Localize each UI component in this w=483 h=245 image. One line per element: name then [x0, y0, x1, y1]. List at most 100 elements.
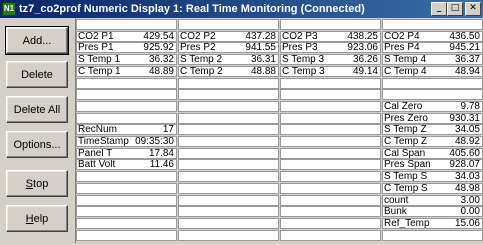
grid-cell[interactable]	[76, 230, 177, 241]
grid-cell[interactable]	[76, 171, 177, 182]
cell-label: S Temp 2	[180, 54, 223, 65]
grid-cell[interactable]: Cal Zero 9.78	[382, 101, 483, 112]
grid-column-1: CO2 P1 429.54 Pres P1 925.92 S Temp 1 36.32 C …	[76, 18, 177, 243]
grid-cell[interactable]: Pres Span 928.07	[382, 159, 483, 170]
grid-cell[interactable]	[382, 19, 483, 30]
grid-cell[interactable]: S Temp 1 36.32	[76, 54, 177, 65]
grid-cell[interactable]	[280, 78, 381, 89]
cell-value: 429.54	[143, 31, 174, 42]
grid-cell[interactable]	[76, 218, 177, 229]
cell-label: C Temp Z	[384, 136, 428, 147]
grid-cell[interactable]	[76, 183, 177, 194]
grid-cell[interactable]	[382, 89, 483, 100]
grid-cell[interactable]	[178, 218, 279, 229]
grid-cell[interactable]	[178, 124, 279, 135]
grid-cell[interactable]	[76, 19, 177, 30]
close-button[interactable]: ✕	[465, 2, 481, 16]
grid-cell[interactable]	[178, 101, 279, 112]
grid-cell[interactable]	[280, 218, 381, 229]
cell-label: RecNum	[78, 124, 117, 135]
minimize-button[interactable]: _	[431, 2, 447, 16]
grid-cell[interactable]: C Temp S 48.98	[382, 183, 483, 194]
grid-cell[interactable]: CO2 P3 438.25	[280, 31, 381, 42]
grid-cell[interactable]	[178, 195, 279, 206]
cell-value: 3.00	[460, 195, 480, 206]
grid-cell[interactable]	[76, 89, 177, 100]
grid-cell[interactable]: Pres P4 945.21	[382, 42, 483, 53]
grid-cell[interactable]: RecNum 17	[76, 124, 177, 135]
grid-cell[interactable]: C Temp 1 48.89	[76, 66, 177, 77]
grid-cell[interactable]: Bunk 0.00	[382, 206, 483, 217]
grid-cell[interactable]	[280, 101, 381, 112]
grid-cell[interactable]	[280, 230, 381, 241]
grid-cell[interactable]: Pres P1 925.92	[76, 42, 177, 53]
grid-cell[interactable]	[280, 113, 381, 124]
grid-cell[interactable]: Ref_Temp 15.06	[382, 218, 483, 229]
grid-cell[interactable]: Batt Volt 11.46	[76, 159, 177, 170]
grid-cell[interactable]: CO2 P4 436.50	[382, 31, 483, 42]
help-button[interactable]: Help	[6, 205, 68, 232]
grid-cell[interactable]	[76, 206, 177, 217]
app-icon[interactable]: N1	[2, 2, 16, 16]
grid-cell[interactable]: C Temp 2 48.88	[178, 66, 279, 77]
grid-cell[interactable]: C Temp Z 48.92	[382, 136, 483, 147]
grid-cell[interactable]: Pres P3 923.06	[280, 42, 381, 53]
grid-cell[interactable]	[76, 101, 177, 112]
grid-cell[interactable]	[178, 136, 279, 147]
maximize-button[interactable]: □	[447, 2, 463, 16]
grid-cell[interactable]: Pres P2 941.55	[178, 42, 279, 53]
grid-cell[interactable]: S Temp Z 34.05	[382, 124, 483, 135]
grid-cell[interactable]	[382, 230, 483, 241]
grid-cell[interactable]	[178, 171, 279, 182]
cell-label: Pres Zero	[384, 113, 428, 124]
grid-cell[interactable]: C Temp 4 48.94	[382, 66, 483, 77]
grid-cell[interactable]	[178, 113, 279, 124]
stop-button[interactable]: Stop	[6, 170, 68, 197]
grid-cell[interactable]: S Temp 3 36.26	[280, 54, 381, 65]
grid-cell[interactable]: Cal Span 405.60	[382, 148, 483, 159]
grid-cell[interactable]	[178, 206, 279, 217]
grid-cell[interactable]	[280, 19, 381, 30]
cell-label: CO2 P4	[384, 31, 420, 42]
grid-cell[interactable]	[280, 171, 381, 182]
grid-cell[interactable]	[280, 159, 381, 170]
cell-value: 34.03	[454, 171, 480, 182]
grid-cell[interactable]: S Temp 2 36.31	[178, 54, 279, 65]
grid-cell[interactable]	[76, 113, 177, 124]
grid-cell[interactable]	[178, 148, 279, 159]
grid-cell[interactable]	[280, 124, 381, 135]
grid-cell[interactable]: CO2 P1 429.54	[76, 31, 177, 42]
grid-cell[interactable]: Pres Zero 930.31	[382, 113, 483, 124]
grid-cell[interactable]	[178, 230, 279, 241]
grid-cell[interactable]	[76, 195, 177, 206]
grid-cell[interactable]	[178, 19, 279, 30]
grid-cell[interactable]: count 3.00	[382, 195, 483, 206]
grid-cell[interactable]: TimeStamp 09:35:30	[76, 136, 177, 147]
options-button[interactable]: Options...	[6, 131, 68, 158]
numeric-display-grid[interactable]: CO2 P1 429.54 Pres P1 925.92 S Temp 1 36.32 C …	[75, 18, 483, 243]
grid-cell[interactable]	[280, 206, 381, 217]
grid-cell[interactable]: CO2 P2 437.28	[178, 31, 279, 42]
delete-all-button[interactable]: Delete All	[6, 96, 68, 123]
grid-cell[interactable]: Panel T 17.84	[76, 148, 177, 159]
grid-cell[interactable]	[178, 159, 279, 170]
grid-cell[interactable]: S Temp S 34.03	[382, 171, 483, 182]
grid-cell[interactable]: S Temp 4 36.37	[382, 54, 483, 65]
cell-label: C Temp 4	[384, 66, 427, 77]
grid-cell[interactable]	[280, 183, 381, 194]
grid-cell[interactable]	[280, 195, 381, 206]
grid-cell[interactable]	[178, 183, 279, 194]
grid-cell[interactable]	[382, 78, 483, 89]
grid-cell[interactable]	[280, 89, 381, 100]
grid-cell[interactable]	[76, 78, 177, 89]
cell-value: 437.28	[245, 31, 276, 42]
cell-value: 15.06	[454, 218, 480, 229]
grid-cell[interactable]	[280, 148, 381, 159]
grid-cell[interactable]	[178, 78, 279, 89]
grid-cell[interactable]: C Temp 3 49.14	[280, 66, 381, 77]
grid-cell[interactable]	[280, 136, 381, 147]
delete-button[interactable]: Delete	[6, 61, 68, 88]
title-bar[interactable]: N1 tz7_co2prof Numeric Display 1: Real T…	[0, 0, 483, 18]
add-button[interactable]: Add...	[5, 26, 69, 55]
grid-cell[interactable]	[178, 89, 279, 100]
